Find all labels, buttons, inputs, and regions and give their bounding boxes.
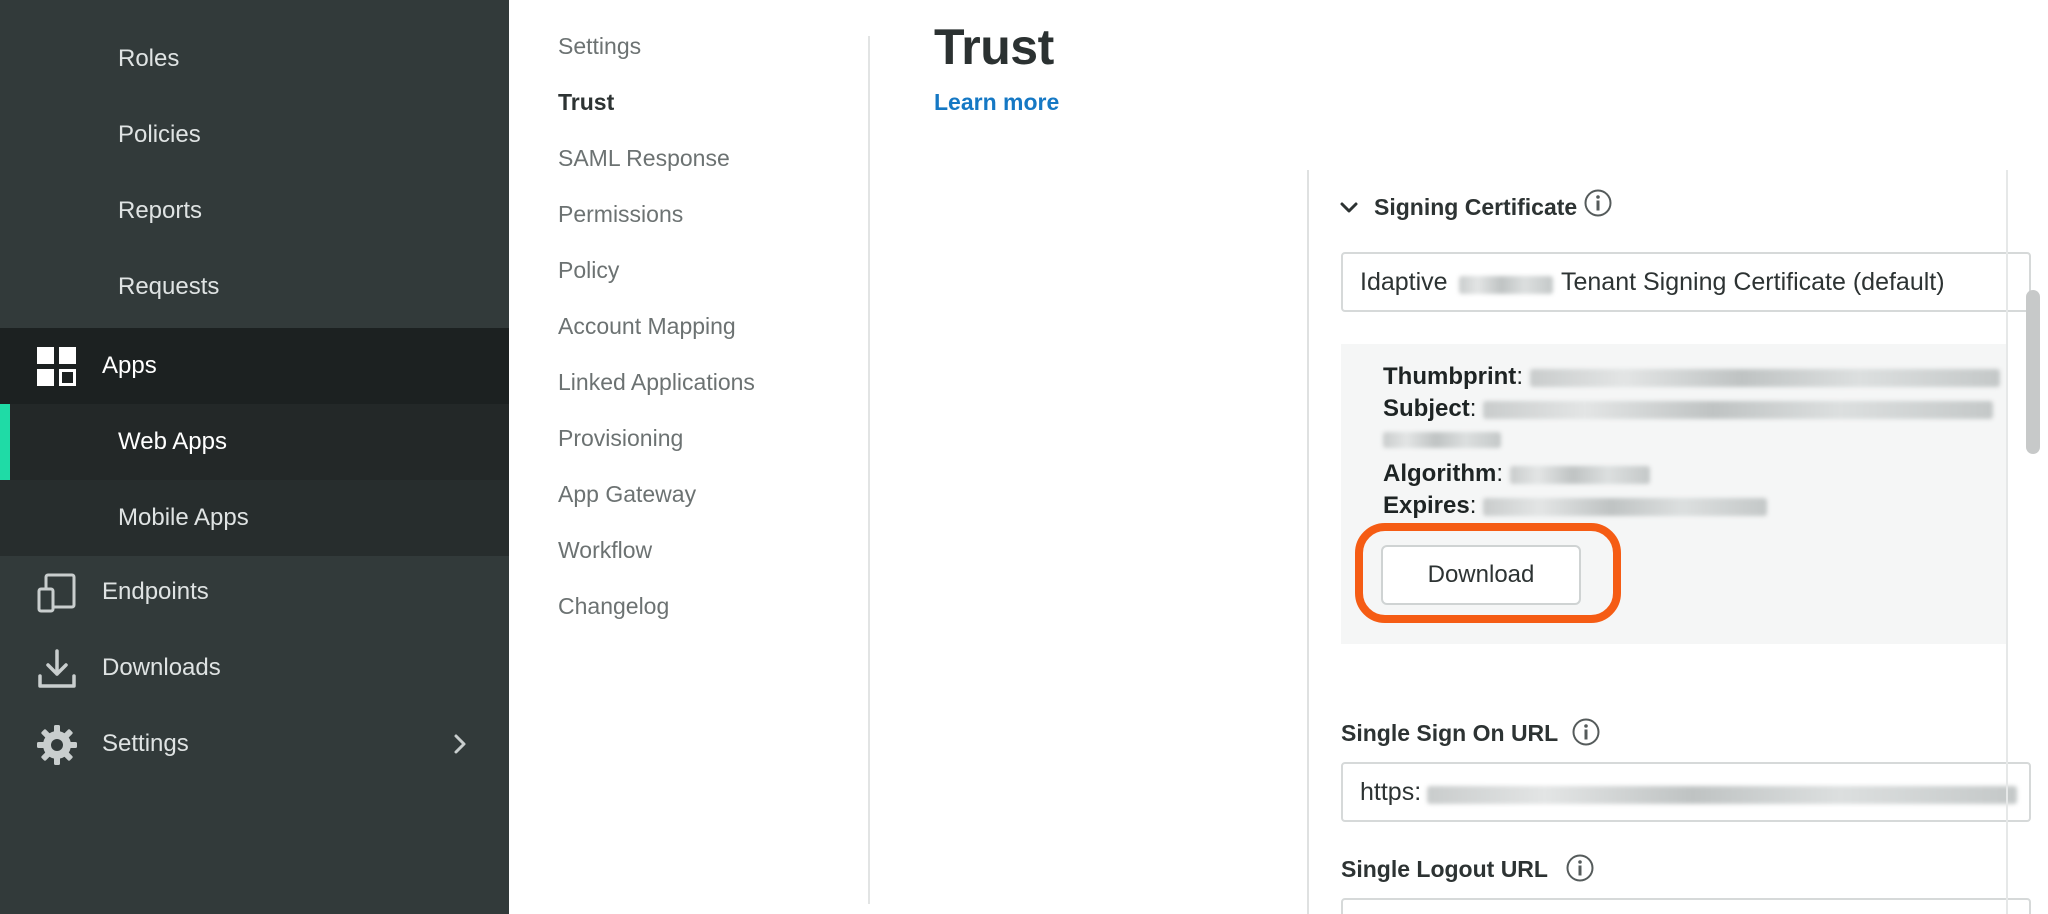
single-sign-on-url-label: Single Sign On URL — [1341, 720, 1559, 746]
signing-certificate-select[interactable]: Idaptive Tenant Signing Certificate (def… — [1341, 252, 2031, 312]
subnav-app-gateway[interactable]: App Gateway — [558, 481, 696, 508]
gear-icon — [37, 725, 77, 765]
sidebar-item-endpoints[interactable]: Endpoints — [0, 554, 509, 630]
download-button[interactable]: Download — [1381, 545, 1581, 605]
sidebar-item-label: Roles — [118, 45, 180, 72]
algorithm-row: Algorithm: — [1383, 460, 1650, 488]
redacted-text — [1427, 786, 2017, 804]
sidebar-item-label: Apps — [102, 352, 157, 379]
sidebar-item-apps[interactable]: Apps — [0, 328, 509, 404]
chevron-down-icon — [1340, 202, 1358, 212]
expires-label: Expires — [1383, 492, 1470, 519]
sidebar-item-reports[interactable]: Reports — [0, 173, 509, 249]
sidebar-item-roles[interactable]: Roles — [0, 21, 509, 97]
subnav-trust[interactable]: Trust — [558, 89, 614, 116]
sidebar-item-label: Policies — [118, 121, 201, 148]
subnav-divider — [868, 36, 870, 904]
redacted-text — [1459, 276, 1553, 294]
algorithm-label: Algorithm — [1383, 460, 1497, 487]
signing-certificate-toggle[interactable]: Signing Certificate — [1338, 194, 1577, 221]
redacted-text — [1529, 368, 2000, 387]
panel-border — [1307, 170, 1309, 914]
subnav-workflow[interactable]: Workflow — [558, 537, 652, 564]
download-icon — [38, 649, 76, 688]
apps-grid-icon — [37, 347, 76, 386]
certificate-details: Thumbprint: Subject: Algorithm: Expires:… — [1341, 344, 2007, 644]
subnav-provisioning[interactable]: Provisioning — [558, 425, 683, 452]
signing-certificate-title: Signing Certificate — [1374, 194, 1578, 220]
active-indicator — [0, 404, 10, 480]
subject-label: Subject — [1383, 395, 1470, 422]
subnav-changelog[interactable]: Changelog — [558, 593, 669, 620]
expires-row: Expires: — [1383, 492, 1768, 520]
sidebar-item-downloads[interactable]: Downloads — [0, 630, 509, 706]
sidebar-item-settings[interactable]: Settings — [0, 706, 509, 782]
subnav-policy[interactable]: Policy — [558, 257, 619, 284]
panel-border-right — [2006, 170, 2008, 914]
url-value-prefix: https: — [1360, 778, 1422, 806]
sidebar-item-label: Web Apps — [118, 428, 227, 455]
redacted-text — [1483, 400, 1994, 419]
sidebar: Roles Policies Reports Requests Apps Web… — [0, 0, 509, 914]
redacted-text — [1483, 497, 1768, 516]
chevron-right-icon[interactable] — [448, 732, 472, 756]
sidebar-item-requests[interactable]: Requests — [0, 249, 509, 325]
app-subnav: Settings Trust SAML Response Permissions… — [509, 0, 869, 914]
info-icon[interactable] — [1583, 188, 1613, 218]
redacted-text — [1383, 432, 1501, 448]
sidebar-item-label: Endpoints — [102, 578, 209, 605]
learn-more-link[interactable]: Learn more — [934, 89, 1059, 116]
single-logout-url-label: Single Logout URL — [1341, 856, 1548, 882]
sidebar-item-policies[interactable]: Policies — [0, 97, 509, 173]
subnav-saml-response[interactable]: SAML Response — [558, 145, 730, 172]
redacted-text — [1509, 465, 1650, 484]
sidebar-item-label: Reports — [118, 197, 203, 224]
subnav-permissions[interactable]: Permissions — [558, 201, 683, 228]
subnav-linked-applications[interactable]: Linked Applications — [558, 369, 755, 396]
thumbprint-row: Thumbprint: — [1383, 363, 2000, 391]
sidebar-item-mobile-apps[interactable]: Mobile Apps — [0, 480, 509, 556]
sidebar-item-label: Downloads — [102, 654, 221, 681]
certificate-name-suffix: Tenant Signing Certificate (default) — [1561, 268, 1945, 296]
sidebar-item-label: Mobile Apps — [118, 504, 249, 531]
subnav-account-mapping[interactable]: Account Mapping — [558, 313, 736, 340]
thumbprint-label: Thumbprint — [1383, 363, 1517, 390]
single-sign-on-url-field[interactable]: https: — [1341, 762, 2031, 822]
info-icon[interactable] — [1565, 853, 1595, 883]
subject-row: Subject: — [1383, 395, 1994, 423]
page-title: Trust — [934, 19, 1054, 75]
single-logout-url-field[interactable] — [1341, 898, 2031, 914]
certificate-name-prefix: Idaptive — [1360, 268, 1448, 296]
sidebar-item-web-apps[interactable]: Web Apps — [0, 404, 509, 480]
scrollbar-thumb[interactable] — [2026, 290, 2040, 454]
subnav-settings[interactable]: Settings — [558, 33, 641, 60]
sidebar-item-label: Settings — [102, 730, 189, 757]
sidebar-item-label: Requests — [118, 273, 220, 300]
info-icon[interactable] — [1571, 717, 1601, 747]
endpoints-icon — [37, 573, 76, 613]
